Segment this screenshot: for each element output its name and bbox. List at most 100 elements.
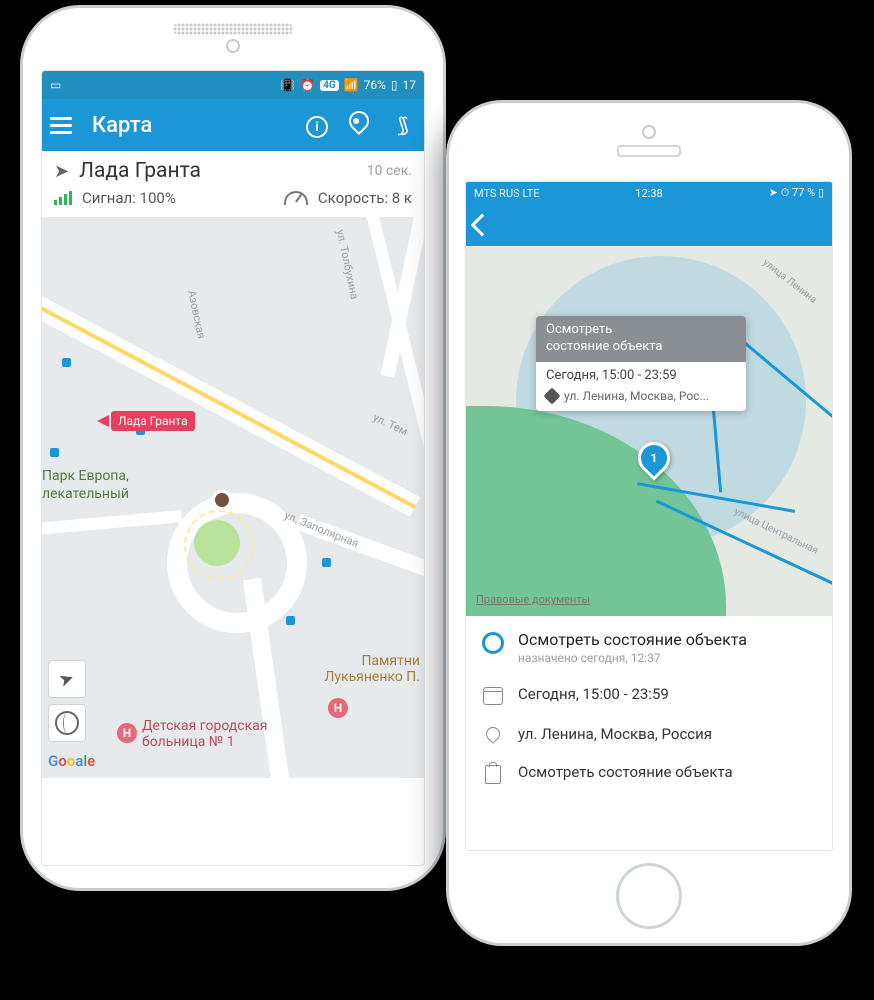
street-label: улица Ленина: [760, 257, 818, 306]
task-details-panel: Осмотреть состояние объекта назначено се…: [466, 616, 832, 804]
alarm-icon: ⏱: [781, 186, 790, 199]
back-button[interactable]: [474, 217, 490, 233]
task-marker-number: 1: [641, 445, 667, 471]
street-label: улица Центральная: [732, 506, 820, 556]
clock-time: 17: [403, 78, 417, 92]
task-address: ул. Ленина, Москва, Россия: [518, 725, 712, 743]
directions-icon: [544, 387, 561, 404]
task-time-row[interactable]: Сегодня, 15:00 - 23:59: [482, 675, 816, 715]
battery-icon: ▯: [391, 78, 398, 92]
clipboard-icon: [485, 765, 501, 784]
poi-text: Парк Европа,: [42, 468, 182, 486]
vibrate-icon: 📳: [280, 78, 295, 92]
status-left: ▭: [50, 78, 61, 92]
android-status-bar: ▭ 📳 ⏰ 4G 📶 76% ▯ 17: [42, 71, 424, 99]
tooltip-address: ул. Ленина, Москва, Рос...: [564, 389, 709, 403]
battery-icon: ▯: [818, 186, 824, 199]
calendar-icon: [483, 687, 503, 705]
status-ring-icon: [482, 632, 504, 654]
hospital-badge-icon: H: [117, 723, 137, 743]
front-camera-icon: [642, 125, 656, 139]
signal-bars-icon: [54, 191, 72, 205]
route-button[interactable]: ⟆⟆: [386, 113, 416, 137]
bus-stop-icon: [286, 616, 295, 625]
front-camera-icon: [226, 39, 240, 53]
map-legal-link[interactable]: Правовые документы: [476, 593, 590, 606]
map-layers-button[interactable]: [48, 704, 86, 742]
android-screen: ▭ 📳 ⏰ 4G 📶 76% ▯ 17 Карта i ⟆⟆: [41, 70, 425, 866]
app-toolbar: Карта i ⟆⟆: [42, 99, 424, 151]
info-button[interactable]: i: [302, 112, 332, 139]
geozone-button[interactable]: [344, 113, 374, 138]
android-phone-frame: ▭ 📳 ⏰ 4G 📶 76% ▯ 17 Карта i ⟆⟆: [20, 5, 446, 891]
speaker-icon: [173, 23, 293, 35]
map-controls: ➤: [48, 660, 86, 742]
network-type-badge: 4G: [320, 80, 339, 91]
location-arrow-icon: ➤: [54, 161, 69, 182]
task-description-row[interactable]: Осмотреть состояние объекта: [482, 753, 816, 794]
alert-pin-icon: [345, 106, 373, 134]
route-icon: ⟆⟆: [397, 113, 405, 137]
menu-button[interactable]: [50, 124, 80, 127]
speedometer-icon: [284, 191, 308, 205]
poi-text: Памятни: [324, 653, 420, 669]
hospital-badge-icon: H: [328, 698, 348, 718]
pin-icon: [483, 724, 503, 744]
speed-label: Скорость: 8 к: [318, 189, 412, 207]
task-time: Сегодня, 15:00 - 23:59: [518, 685, 669, 703]
signal-icon: 📶: [344, 78, 359, 92]
globe-icon: [55, 711, 79, 735]
iphone-screen: MTS RUS LTE 12:38 ➤ ⏱ 77 % ▯ ули: [465, 181, 833, 851]
alarm-icon: ⏰: [300, 78, 315, 92]
status-right: ➤ ⏱ 77 % ▯: [769, 186, 824, 200]
location-arrow-icon: ➤: [769, 186, 778, 199]
speaker-icon: [617, 145, 681, 157]
bezel-top: [23, 8, 443, 68]
vehicle-marker-label: Лада Гранта: [111, 411, 195, 431]
home-button[interactable]: [616, 863, 682, 929]
direction-arrow-icon: [97, 415, 109, 427]
location-arrow-icon: ➤: [56, 667, 77, 692]
task-address-row[interactable]: ул. Ленина, Москва, Россия: [482, 715, 816, 753]
poi-text: больница № 1: [142, 734, 267, 750]
task-tooltip[interactable]: Осмотреть состояние объекта Сегодня, 15:…: [536, 316, 746, 411]
poi-park-label: Парк Европа, лекательный: [42, 468, 182, 503]
tooltip-header: Осмотреть состояние объекта: [536, 316, 746, 362]
tooltip-title: Осмотреть: [546, 322, 736, 339]
carrier-label: MTS RUS LTE: [474, 187, 540, 200]
hamburger-icon: [50, 124, 72, 127]
info-icon: i: [306, 116, 328, 138]
chevron-left-icon: [471, 214, 494, 237]
tooltip-time: Сегодня, 15:00 - 23:59: [536, 362, 746, 389]
tooltip-title: состояние объекта: [546, 339, 736, 356]
battery-percent: 76%: [364, 78, 386, 92]
last-update-time: 10 сек.: [367, 163, 412, 179]
task-title: Осмотреть состояние объекта: [518, 630, 747, 649]
signal-label: Сигнал: 100%: [82, 189, 176, 207]
poi-text: лекательный: [42, 486, 182, 504]
status-right: 📳 ⏰ 4G 📶 76% ▯ 17: [280, 78, 416, 92]
bezel-top: [449, 103, 849, 179]
page-title: Карта: [92, 113, 290, 138]
poi-hospital-label: Детская городская больница № 1: [142, 718, 267, 750]
iphone-frame: MTS RUS LTE 12:38 ➤ ⏱ 77 % ▯ ули: [446, 100, 852, 946]
task-assigned-label: назначено сегодня, 12:37: [518, 651, 747, 665]
bus-stop-icon: [322, 558, 331, 567]
vehicle-name: Лада Гранта: [79, 159, 357, 183]
map-attribution: Gooale: [48, 752, 95, 770]
battery-percent: 77 %: [792, 186, 815, 199]
vehicle-marker[interactable]: Лада Гранта: [97, 410, 195, 431]
poi-text: Лукьяненко П.: [324, 669, 420, 685]
task-map-canvas[interactable]: улица Ленина улица Центральная 1 Осмотре…: [466, 246, 832, 616]
poi-monument-label: Памятни Лукьяненко П.: [324, 653, 420, 685]
my-location-button[interactable]: ➤: [48, 660, 86, 698]
poi-text: Детская городская: [142, 718, 267, 734]
tooltip-address-row: ул. Ленина, Москва, Рос...: [536, 389, 746, 411]
nav-bar: [466, 204, 832, 246]
task-description: Осмотреть состояние объекта: [518, 763, 733, 781]
map-canvas[interactable]: ул. Толбухина Азовская ул. Тем ул. Запол…: [42, 218, 424, 778]
bus-stop-icon: [62, 358, 71, 367]
ios-status-bar: MTS RUS LTE 12:38 ➤ ⏱ 77 % ▯: [466, 182, 832, 204]
bus-stop-icon: [50, 448, 59, 457]
task-title-row[interactable]: Осмотреть состояние объекта назначено се…: [482, 620, 816, 675]
